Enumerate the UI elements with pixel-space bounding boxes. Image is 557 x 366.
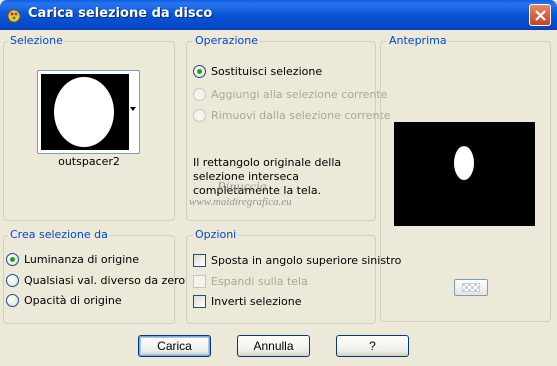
- preview-group-title: Anteprima: [387, 34, 449, 47]
- cancel-button[interactable]: Annulla: [237, 335, 310, 357]
- thumbnail-name: outspacer2: [58, 155, 120, 168]
- load-button[interactable]: Carica: [138, 335, 211, 357]
- selection-thumbnail-picker[interactable]: [37, 70, 140, 154]
- dropdown-arrow-icon: [130, 107, 136, 111]
- preview-canvas: [394, 122, 535, 226]
- dialog-window: Carica selezione da disco Selezione outs…: [0, 0, 557, 366]
- preview-group: Anteprima: [380, 34, 551, 322]
- radio-label: Aggiungi alla selezione corrente: [211, 88, 388, 101]
- paint-shop-icon: [7, 9, 21, 23]
- checkbox-label: Sposta in angolo superiore sinistro: [211, 254, 402, 267]
- options-group-title: Opzioni: [193, 228, 239, 241]
- selection-shape: [54, 77, 114, 147]
- radio-label: Luminanza di origine: [24, 253, 139, 266]
- radio-button-disabled: [193, 109, 206, 122]
- watermark-url: www.maidiregrafica.eu: [189, 196, 292, 208]
- checkbox[interactable]: [193, 254, 206, 267]
- checkbox-label: Espandi sulla tela: [211, 275, 308, 288]
- checkbox[interactable]: [193, 295, 206, 308]
- help-button[interactable]: ?: [336, 335, 409, 357]
- checker-icon: [462, 283, 480, 292]
- close-button[interactable]: [529, 4, 551, 26]
- options-group: Opzioni Sposta in angolo superiore sinis…: [186, 228, 401, 324]
- source-group-title: Crea selezione da: [8, 228, 110, 241]
- radio-button[interactable]: [6, 294, 19, 307]
- radio-label: Opacità di origine: [24, 294, 122, 307]
- radio-label: Qualsiasi val. diverso da zero: [24, 274, 186, 287]
- dialog-client: Selezione outspacer2 Operazione Sostitui…: [0, 30, 557, 366]
- checkbox-label: Inverti selezione: [211, 295, 302, 308]
- radio-button[interactable]: [6, 274, 19, 287]
- operation-group-title: Operazione: [193, 34, 260, 47]
- close-icon: [535, 10, 546, 21]
- radio-label: Sostituisci selezione: [211, 65, 323, 78]
- watermark-name: Pinuccia: [217, 180, 267, 195]
- operation-group: Operazione Sostituisci selezione Aggiung…: [186, 34, 391, 221]
- window-title: Carica selezione da disco: [28, 6, 213, 21]
- source-group: Crea selezione da Luminanza di origine Q…: [3, 228, 185, 324]
- title-bar[interactable]: Carica selezione da disco: [0, 0, 557, 30]
- radio-label: Rimuovi dalla selezione corrente: [211, 109, 391, 122]
- radio-button-checked[interactable]: [6, 253, 19, 266]
- preview-selection-shape: [454, 146, 474, 180]
- selection-thumbnail: [41, 74, 129, 150]
- radio-button-disabled: [193, 88, 206, 101]
- checkbox-disabled: [193, 275, 206, 288]
- selection-group-title: Selezione: [8, 34, 65, 47]
- preview-zoom-button[interactable]: [454, 279, 488, 296]
- radio-button-checked[interactable]: [193, 65, 206, 78]
- selection-group: Selezione outspacer2: [3, 34, 175, 221]
